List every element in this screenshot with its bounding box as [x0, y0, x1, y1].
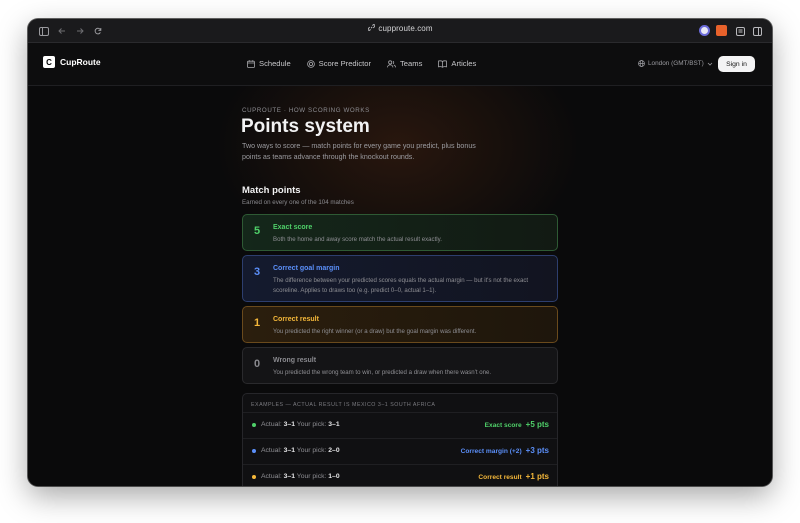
site-header: C CupRoute Schedule Score Predictor Team… — [28, 43, 772, 86]
examples-panel: EXAMPLES — ACTUAL RESULT IS MEXICO 3–1 S… — [242, 393, 558, 486]
card-description: You predicted the right winner (or a dra… — [273, 328, 477, 335]
page-eyebrow: CUPROUTE · HOW SCORING WORKS — [242, 107, 370, 114]
match-points-subtitle: Earned on every one of the 104 matches — [242, 199, 354, 206]
main-nav: Schedule Score Predictor Teams Articles — [247, 59, 476, 68]
reload-icon[interactable] — [92, 25, 104, 37]
points-card-wrong-result: 0 Wrong result You predicted the wrong t… — [242, 347, 558, 384]
chevron-down-icon — [707, 62, 713, 66]
timezone-label: London (GMT/BST) — [648, 60, 704, 67]
card-title: Correct goal margin — [273, 265, 340, 272]
nav-item-articles[interactable]: Articles — [438, 59, 476, 68]
page-title: Points system — [241, 116, 370, 137]
points-card-goal-margin: 3 Correct goal margin The difference bet… — [242, 255, 558, 302]
reader-icon[interactable] — [734, 25, 746, 37]
nav-label: Teams — [400, 59, 423, 68]
back-arrow-icon[interactable] — [56, 25, 68, 37]
fox-extension-icon[interactable] — [716, 25, 727, 36]
users-icon — [387, 59, 396, 67]
main-content: CUPROUTE · HOW SCORING WORKS Points syst… — [28, 86, 772, 486]
status-dot — [252, 475, 256, 479]
points-card-correct-result: 1 Correct result You predicted the right… — [242, 306, 558, 343]
card-description: Both the home and away score match the a… — [273, 236, 442, 243]
card-title: Correct result — [273, 316, 319, 323]
examples-heading: EXAMPLES — ACTUAL RESULT IS MEXICO 3–1 S… — [251, 402, 436, 408]
link-icon — [367, 24, 376, 33]
match-points-title: Match points — [242, 185, 301, 196]
status-dot — [252, 449, 256, 453]
example-row: Actual: 3–1 Your pick: 2–0 Correct margi… — [243, 438, 557, 464]
address-bar[interactable]: cupproute.com — [28, 24, 772, 33]
logo[interactable]: C CupRoute — [43, 56, 101, 68]
forward-arrow-icon[interactable] — [74, 25, 86, 37]
nav-item-teams[interactable]: Teams — [387, 59, 422, 68]
nav-label: Articles — [451, 59, 477, 68]
browser-toolbar: cupproute.com — [28, 19, 772, 43]
extension-icon[interactable] — [699, 25, 710, 36]
logo-mark: C — [43, 56, 55, 68]
logo-text: CupRoute — [60, 57, 101, 67]
points-card-exact-score: 5 Exact score Both the home and away sco… — [242, 214, 558, 251]
split-view-icon[interactable] — [751, 25, 763, 37]
card-description: The difference between your predicted sc… — [273, 277, 529, 294]
browser-window: cupproute.com C CupRoute Schedule Score … — [28, 19, 772, 486]
calendar-icon — [247, 59, 255, 68]
card-description: You predicted the wrong team to win, or … — [273, 369, 492, 376]
globe-icon — [638, 60, 645, 67]
example-text: Actual: 3–1 Your pick: 2–0 — [261, 447, 340, 454]
card-title: Wrong result — [273, 357, 317, 364]
example-row: Actual: 3–1 Your pick: 1–0 Correct resul… — [243, 464, 557, 486]
example-text: Actual: 3–1 Your pick: 3–1 — [261, 421, 340, 428]
book-icon — [438, 59, 448, 68]
nav-label: Score Predictor — [318, 59, 372, 68]
nav-item-score-predictor[interactable]: Score Predictor — [306, 59, 372, 68]
points-value: 1 — [254, 317, 261, 329]
url-text: cupproute.com — [378, 24, 433, 33]
status-dot — [252, 423, 256, 427]
card-title: Exact score — [273, 224, 313, 231]
timezone-selector[interactable]: London (GMT/BST) — [638, 60, 716, 67]
example-row: Actual: 3–1 Your pick: 3–1 Exact score +5… — [243, 412, 557, 438]
points-value: 0 — [254, 358, 261, 370]
page-intro: Two ways to score — match points for eve… — [242, 142, 476, 161]
points-value: 5 — [254, 225, 261, 237]
example-text: Actual: 3–1 Your pick: 1–0 — [261, 473, 340, 480]
sign-in-button[interactable]: Sign in — [718, 56, 755, 72]
nav-label: Schedule — [259, 59, 291, 68]
sidebar-toggle-icon[interactable] — [38, 25, 50, 37]
points-value: 3 — [254, 266, 261, 278]
target-icon — [306, 59, 315, 68]
example-result: Exact score +5 pts — [484, 420, 549, 429]
example-result: Correct result +1 pts — [478, 472, 549, 481]
example-result: Correct margin (+2) +3 pts — [460, 446, 549, 455]
nav-item-schedule[interactable]: Schedule — [247, 59, 291, 68]
